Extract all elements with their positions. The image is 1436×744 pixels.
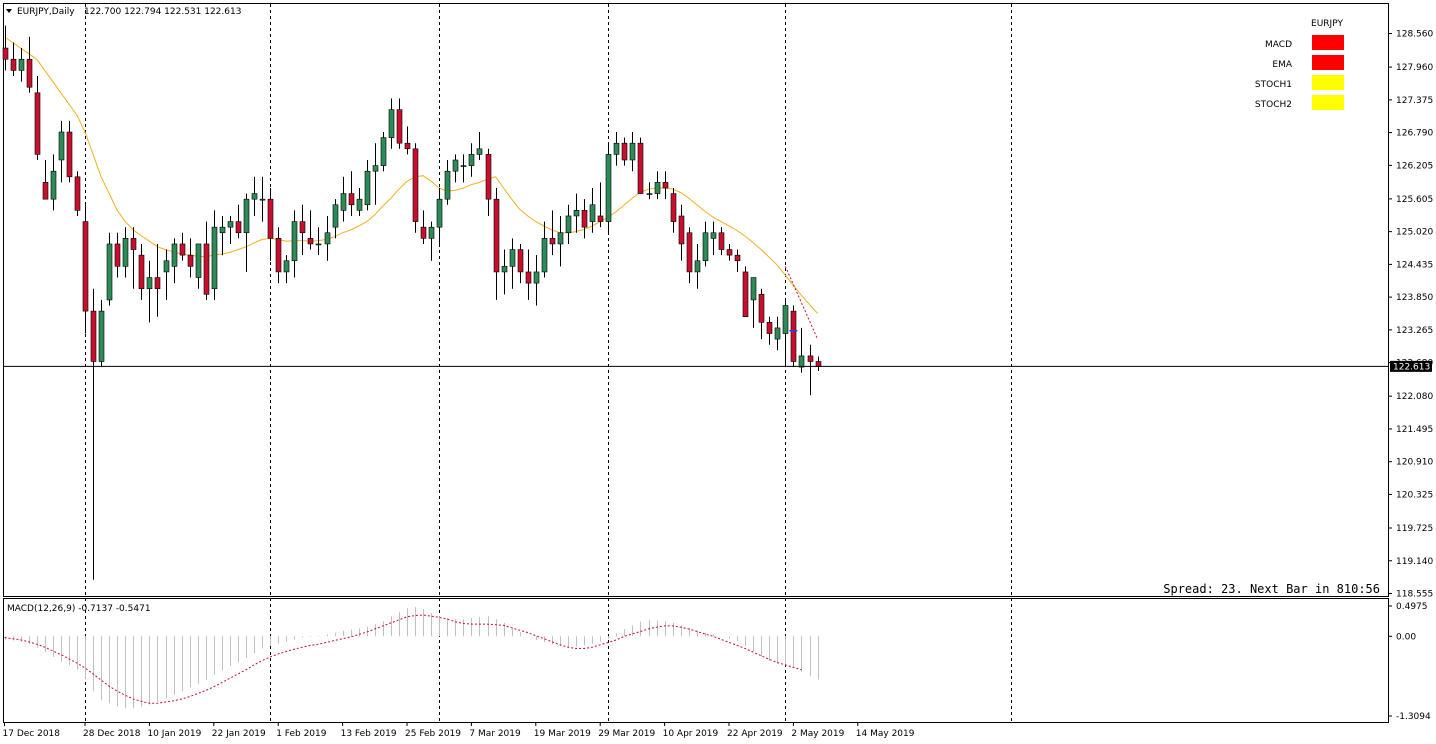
macd-label: MACD(12,26,9) -0.7137 -0.5471 [7, 604, 151, 614]
status-label-ema: EMA [1272, 60, 1292, 70]
status-panel-title: EURJPY [1311, 19, 1343, 29]
date-tick-label: 10 Apr 2019 [663, 729, 719, 739]
price-tick-label: 119.140 [1396, 557, 1433, 567]
price-tick-label: 122.080 [1396, 392, 1433, 402]
date-tick-label: 10 Jan 2019 [147, 729, 201, 739]
status-swatch-macd [1312, 35, 1344, 50]
price-tick-label: 127.960 [1396, 63, 1433, 73]
date-tick-label: 7 Mar 2019 [469, 729, 521, 739]
date-tick-label: 22 Apr 2019 [727, 729, 783, 739]
price-tick-label: 126.205 [1396, 161, 1433, 171]
date-tick-label: 19 Mar 2019 [534, 729, 591, 739]
status-swatch-ema [1312, 55, 1344, 70]
date-tick-label: 22 Jan 2019 [212, 729, 266, 739]
price-tick-label: 128.560 [1396, 30, 1433, 40]
ohlc-readout: 122.700 122.794 122.531 122.613 [84, 7, 241, 17]
macd-tick-label: -1.3094 [1396, 712, 1431, 722]
date-tick-label: 2 May 2019 [791, 729, 844, 739]
status-swatch-stoch2 [1312, 95, 1344, 110]
date-tick-label: 29 Mar 2019 [598, 729, 655, 739]
date-tick-label: 28 Dec 2018 [83, 729, 141, 739]
date-tick-label: 1 Feb 2019 [276, 729, 327, 739]
candle [742, 266, 749, 318]
price-axis: 128.560 127.960 127.375 126.790 126.205 125.6… [1388, 30, 1433, 600]
main-chart-frame [3, 3, 1389, 597]
chart-header: EURJPY,Daily 122.700 122.794 122.531 122… [6, 7, 241, 17]
current-price-tag: 122.613 [1390, 360, 1432, 372]
status-label-macd: MACD [1265, 40, 1292, 50]
symbol-label: EURJPY,Daily [17, 7, 75, 17]
status-label-stoch2: STOCH2 [1255, 100, 1292, 110]
macd-tick-label: 0.4975 [1396, 602, 1428, 612]
spread-readout: Spread: 23. Next Bar in 810:56 [1163, 582, 1380, 596]
candle [790, 305, 797, 368]
date-tick-label: 25 Feb 2019 [405, 729, 461, 739]
price-tick-label: 120.910 [1396, 458, 1433, 468]
candle [106, 232, 113, 306]
current-price-label: 122.613 [1393, 362, 1430, 372]
price-tick-label: 125.605 [1396, 195, 1433, 205]
macd-panel-frame [3, 598, 1389, 723]
status-label-stoch1: STOCH1 [1255, 80, 1292, 90]
price-tick-label: 126.790 [1396, 129, 1433, 139]
date-tick-label: 13 Feb 2019 [341, 729, 397, 739]
date-axis: 17 Dec 2018 28 Dec 2018 10 Jan 2019 22 Jan … [3, 722, 915, 739]
candle [637, 137, 644, 194]
date-tick-label: 17 Dec 2018 [3, 729, 61, 739]
price-tick-label: 127.375 [1396, 96, 1433, 106]
candle [74, 171, 81, 216]
candle [605, 143, 612, 233]
price-tick-label: 124.435 [1396, 260, 1433, 270]
price-tick-label: 120.325 [1396, 490, 1433, 500]
macd-axis: 0.4975 0.00 -1.3094 [1388, 602, 1431, 722]
price-tick-label: 121.495 [1396, 425, 1433, 435]
candle [380, 132, 387, 172]
chart-canvas: 128.560 127.960 127.375 126.790 126.205 125.6… [3, 3, 1433, 739]
macd-tick-label: 0.00 [1396, 632, 1416, 642]
price-tick-label: 119.725 [1396, 524, 1433, 534]
price-tick-label: 125.020 [1396, 228, 1433, 238]
price-tick-label: 123.850 [1396, 293, 1433, 303]
price-tick-label: 118.555 [1396, 590, 1433, 600]
candle [412, 143, 419, 233]
date-tick-label: 14 May 2019 [856, 729, 915, 739]
price-tick-label: 123.265 [1396, 326, 1433, 336]
status-swatch-stoch1 [1312, 75, 1344, 90]
